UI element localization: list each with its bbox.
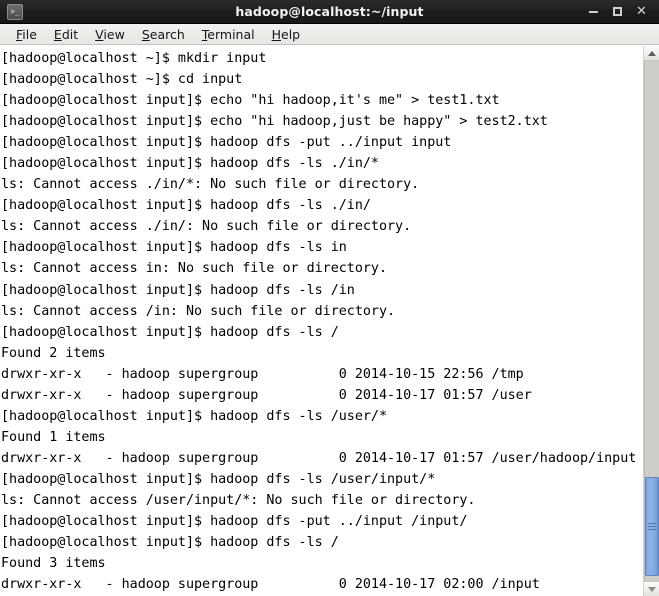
menu-label-file: ile [22, 26, 37, 42]
menu-mnemonic-help: H [271, 26, 282, 42]
terminal-line: [hadoop@localhost input]$ hadoop dfs -ls… [1, 408, 388, 424]
terminal-line: [hadoop@localhost input]$ hadoop dfs -ls… [1, 471, 436, 487]
chevron-down-icon [647, 586, 656, 592]
scroll-up-button[interactable] [644, 46, 659, 61]
menu-item-file[interactable]: File [8, 26, 46, 43]
menu-mnemonic-edit: E [53, 26, 62, 42]
terminal-line: [hadoop@localhost input]$ hadoop dfs -ls… [1, 282, 355, 298]
terminal-icon: >_ [7, 3, 23, 20]
maximize-button[interactable] [611, 5, 624, 18]
chevron-up-icon [647, 50, 656, 56]
terminal-line: ls: Cannot access /user/input/*: No such… [1, 492, 476, 508]
scroll-down-button[interactable] [644, 581, 659, 596]
menu-item-help[interactable]: Help [264, 26, 310, 43]
menu-label-terminal: erminal [207, 26, 255, 42]
menu-label-search: earch [149, 26, 185, 42]
terminal-line: Found 1 items [1, 429, 106, 445]
terminal-line: [hadoop@localhost input]$ echo "hi hadoo… [1, 93, 500, 109]
grip-icon [648, 521, 656, 532]
scrollbar-trough[interactable] [644, 61, 659, 581]
menu-item-view[interactable]: View [87, 26, 134, 43]
close-button[interactable]: ✕ [635, 5, 648, 18]
terminal-line: [hadoop@localhost input]$ hadoop dfs -ls… [1, 324, 339, 340]
menu-label-help: elp [281, 26, 301, 42]
terminal-line: drwxr-xr-x - hadoop supergroup 0 2014-10… [1, 450, 637, 466]
terminal-line: ls: Cannot access ./in/*: No such file o… [1, 177, 420, 193]
menu-item-terminal[interactable]: Terminal [194, 26, 264, 43]
terminal-scrollbar[interactable] [643, 46, 659, 596]
terminal-output[interactable]: [hadoop@localhost ~]$ mkdir input [hadoop… [0, 46, 643, 596]
terminal-line: [hadoop@localhost input]$ hadoop dfs -ls… [1, 240, 347, 256]
menu-item-search[interactable]: Search [134, 26, 194, 43]
minimize-button[interactable] [587, 5, 600, 18]
terminal-line: [hadoop@localhost input]$ echo "hi hadoo… [1, 114, 548, 130]
menu-label-view: iew [103, 26, 125, 42]
terminal-line: drwxr-xr-x - hadoop supergroup 0 2014-10… [1, 366, 524, 382]
terminal-window: >_ hadoop@localhost:~/input ✕ File Edit … [0, 0, 659, 596]
terminal-line: [hadoop@localhost input]$ hadoop dfs -ls… [1, 156, 379, 172]
close-icon: ✕ [636, 4, 647, 19]
menu-label-edit: dit [61, 26, 79, 42]
terminal-line: [hadoop@localhost ~]$ cd input [1, 72, 243, 88]
terminal-line: drwxr-xr-x - hadoop supergroup 0 2014-10… [1, 577, 540, 593]
terminal-icon-glyph: >_ [10, 6, 20, 16]
terminal-line: [hadoop@localhost ~]$ mkdir input [1, 51, 267, 66]
terminal-line: ls: Cannot access /in: No such file or d… [1, 303, 396, 319]
menu-bar: File Edit View Search Terminal Help [0, 24, 659, 45]
terminal-line: [hadoop@localhost input]$ hadoop dfs -pu… [1, 135, 452, 151]
terminal-line: [hadoop@localhost input]$ hadoop dfs -ls… [1, 535, 339, 551]
terminal-line: Found 3 items [1, 556, 106, 572]
maximize-icon [613, 7, 622, 16]
terminal-line: [hadoop@localhost input]$ hadoop dfs -ls… [1, 198, 371, 214]
terminal-line: Found 2 items [1, 345, 106, 361]
terminal-line: ls: Cannot access ./in/: No such file or… [1, 219, 412, 235]
terminal-line: drwxr-xr-x - hadoop supergroup 0 2014-10… [1, 387, 532, 403]
menu-item-edit[interactable]: Edit [46, 26, 87, 43]
minimize-icon [589, 10, 598, 13]
terminal-line: ls: Cannot access in: No such file or di… [1, 261, 388, 277]
window-title: hadoop@localhost:~/input [235, 4, 424, 19]
title-bar[interactable]: >_ hadoop@localhost:~/input ✕ [0, 0, 659, 24]
terminal-body: [hadoop@localhost ~]$ mkdir input [hadoop… [0, 45, 659, 596]
menu-mnemonic-search: S [141, 26, 150, 42]
terminal-line: [hadoop@localhost input]$ hadoop dfs -pu… [1, 514, 468, 530]
window-buttons: ✕ [587, 5, 655, 18]
scrollbar-thumb[interactable] [645, 477, 659, 576]
